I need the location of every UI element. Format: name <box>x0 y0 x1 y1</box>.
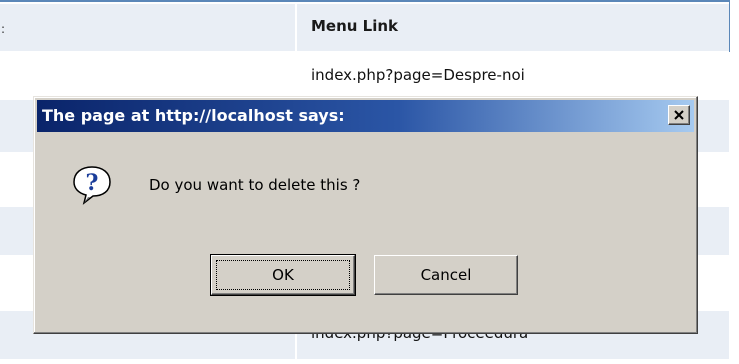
confirm-dialog: The page at http://localhost says: ? Do … <box>33 96 698 334</box>
header-col1-fragment: : <box>1 22 6 36</box>
svg-text:?: ? <box>86 170 99 196</box>
question-icon: ? <box>73 166 111 205</box>
table-right-border <box>729 0 730 52</box>
table-top-border <box>0 0 730 2</box>
close-button[interactable] <box>668 105 690 125</box>
ok-label: OK <box>272 266 294 284</box>
table-header-row: : Menu Link <box>0 4 729 51</box>
header-cell-col1: : <box>0 4 295 51</box>
dialog-titlebar[interactable]: The page at http://localhost says: <box>37 100 694 132</box>
table-row: index.php?page=Despre-noi <box>0 53 729 97</box>
cancel-button[interactable]: Cancel <box>374 255 518 295</box>
dialog-title: The page at http://localhost says: <box>42 106 345 125</box>
ok-button[interactable]: OK <box>210 254 356 296</box>
cancel-label: Cancel <box>420 266 472 284</box>
menu-link-cell[interactable]: index.php?page=Despre-noi <box>311 66 525 84</box>
close-icon <box>674 110 684 120</box>
dialog-message: Do you want to delete this ? <box>149 176 361 194</box>
header-cell-menu-link: Menu Link <box>297 4 729 51</box>
header-menu-link: Menu Link <box>311 17 399 35</box>
